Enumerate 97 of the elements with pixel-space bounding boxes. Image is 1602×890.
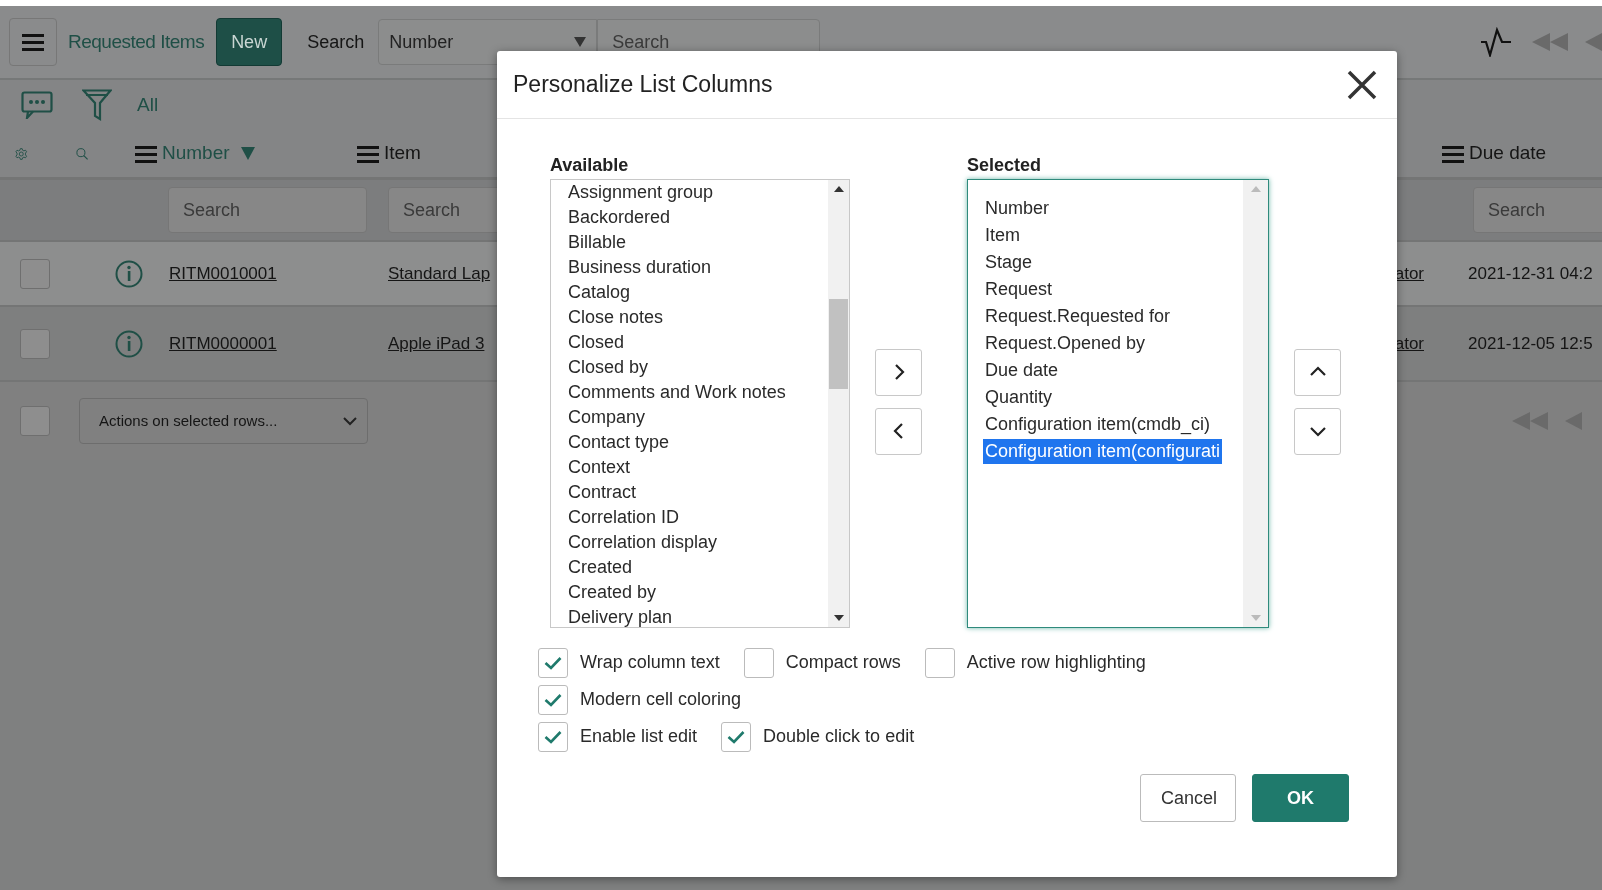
- list-option[interactable]: Company: [568, 405, 828, 430]
- list-option[interactable]: Number: [983, 196, 1052, 221]
- close-button[interactable]: [1347, 69, 1377, 100]
- option-label: Enable list edit: [580, 725, 698, 748]
- item-link[interactable]: Apple iPad 3: [388, 330, 485, 357]
- list-title: Requested Items: [68, 29, 205, 54]
- option-checkbox[interactable]: [743, 647, 774, 678]
- list-option[interactable]: Correlation ID: [568, 505, 828, 530]
- menu-button[interactable]: [9, 18, 57, 66]
- list-option[interactable]: Catalog: [568, 280, 828, 305]
- list-option[interactable]: Delivery plan: [568, 605, 828, 627]
- list-option[interactable]: Item: [983, 223, 1022, 248]
- check-icon: [544, 729, 562, 744]
- dialog-title: Personalize List Columns: [513, 70, 773, 99]
- search-label: Search: [307, 30, 365, 54]
- row-checkbox[interactable]: [20, 328, 50, 359]
- list-option[interactable]: Close notes: [568, 305, 828, 330]
- column-menu-icon: [135, 144, 157, 163]
- option-label: Modern cell coloring: [580, 688, 742, 711]
- move-down-button[interactable]: [1294, 407, 1341, 455]
- actions-select[interactable]: Actions on selected rows...: [79, 398, 368, 444]
- option-checkbox[interactable]: [721, 721, 752, 752]
- option-checkbox[interactable]: [538, 721, 568, 752]
- selected-listbox[interactable]: Number Item Stage Request Request.Requested for Request.Opened by Due date Quantity Configuration item(cmdb_ci) Configuration item(configurati: [967, 179, 1269, 628]
- list-option[interactable]: Closed: [568, 330, 828, 355]
- scrollbar-thumb[interactable]: [829, 298, 848, 389]
- column-search-field[interactable]: Search: [1473, 187, 1602, 233]
- option-checkbox[interactable]: [924, 647, 955, 678]
- list-option[interactable]: Assignment group: [568, 180, 828, 205]
- scroll-up-icon: [1250, 186, 1261, 192]
- option-checkbox[interactable]: [538, 684, 568, 715]
- list-option[interactable]: Configuration item(cmdb_ci): [983, 412, 1213, 437]
- list-option[interactable]: Configuration item(configurati: [983, 439, 1223, 464]
- item-link[interactable]: Standard Lap: [388, 260, 491, 287]
- remove-button[interactable]: [875, 407, 922, 455]
- cancel-button[interactable]: Cancel: [1140, 774, 1236, 822]
- menu-icon: [22, 33, 44, 51]
- chevron-down-icon: [343, 416, 357, 426]
- list-option[interactable]: Stage: [983, 250, 1035, 275]
- caret-icon: [574, 37, 587, 47]
- scroll-down-icon: [1250, 615, 1261, 621]
- column-header[interactable]: Due date: [1469, 139, 1547, 168]
- available-listbox[interactable]: [550, 179, 850, 628]
- column-search-field[interactable]: Search: [168, 187, 367, 233]
- add-button[interactable]: [875, 348, 922, 396]
- list-option[interactable]: Closed by: [568, 355, 828, 380]
- new-button[interactable]: New: [216, 18, 283, 66]
- list-option[interactable]: Quantity: [983, 385, 1055, 410]
- option-checkbox[interactable]: [538, 647, 568, 678]
- column-menu-icon: [357, 144, 379, 163]
- filter-icon[interactable]: [82, 89, 112, 121]
- check-icon: [544, 692, 562, 707]
- info-icon[interactable]: [115, 259, 143, 288]
- scroll-up-icon: [833, 186, 844, 192]
- activity-icon[interactable]: [1480, 27, 1512, 57]
- column-header[interactable]: Item: [384, 139, 421, 168]
- list-option[interactable]: Context: [568, 455, 828, 480]
- option-label: Compact rows: [785, 651, 901, 674]
- list-option[interactable]: Backordered: [568, 205, 828, 230]
- list-option[interactable]: Billable: [568, 230, 828, 255]
- first-page-icon[interactable]: [1532, 33, 1568, 51]
- list-option[interactable]: Due date: [983, 358, 1061, 383]
- option-label: Active row highlighting: [966, 651, 1146, 674]
- ok-button[interactable]: OK: [1252, 774, 1349, 822]
- due-date-cell-text: 2021-12-05 12:5: [1468, 332, 1594, 355]
- list-label: Available: [550, 154, 630, 177]
- previous-page-icon[interactable]: [1585, 33, 1602, 51]
- option-label: Double click to edit: [763, 725, 915, 748]
- record-link[interactable]: RITM0000001: [169, 330, 388, 357]
- reference-link[interactable]: ator: [1394, 260, 1424, 287]
- list-option[interactable]: Created by: [568, 580, 828, 605]
- scrollbar[interactable]: [1243, 180, 1268, 627]
- list-option[interactable]: Correlation display: [568, 530, 828, 555]
- reference-link[interactable]: ator: [1394, 330, 1424, 357]
- move-up-button[interactable]: [1294, 348, 1341, 396]
- due-date-cell-text: 2021-12-31 04:2: [1468, 262, 1594, 285]
- check-icon: [544, 655, 562, 670]
- list-option[interactable]: Request.Requested for: [983, 304, 1173, 329]
- scroll-down-icon: [833, 615, 844, 621]
- record-link[interactable]: RITM0010001: [169, 260, 388, 287]
- list-option[interactable]: Request.Opened by: [983, 331, 1148, 356]
- select-all-checkbox[interactable]: [20, 406, 50, 436]
- info-icon[interactable]: [115, 329, 143, 358]
- column-menu-icon: [1442, 144, 1464, 163]
- scrollbar[interactable]: [828, 180, 849, 627]
- list-option[interactable]: Business duration: [568, 255, 828, 280]
- row-checkbox[interactable]: [20, 258, 50, 289]
- comment-icon[interactable]: [21, 91, 53, 119]
- list-option[interactable]: Comments and Work notes: [568, 380, 828, 405]
- list-option[interactable]: Contract: [568, 480, 828, 505]
- list-option[interactable]: Contact type: [568, 430, 828, 455]
- list-option[interactable]: Request: [983, 277, 1055, 302]
- list-label: Selected: [967, 154, 1043, 177]
- check-icon: [727, 729, 746, 744]
- list-option[interactable]: Created: [568, 555, 828, 580]
- option-label: Wrap column text: [580, 651, 720, 674]
- close-icon: [1347, 69, 1377, 100]
